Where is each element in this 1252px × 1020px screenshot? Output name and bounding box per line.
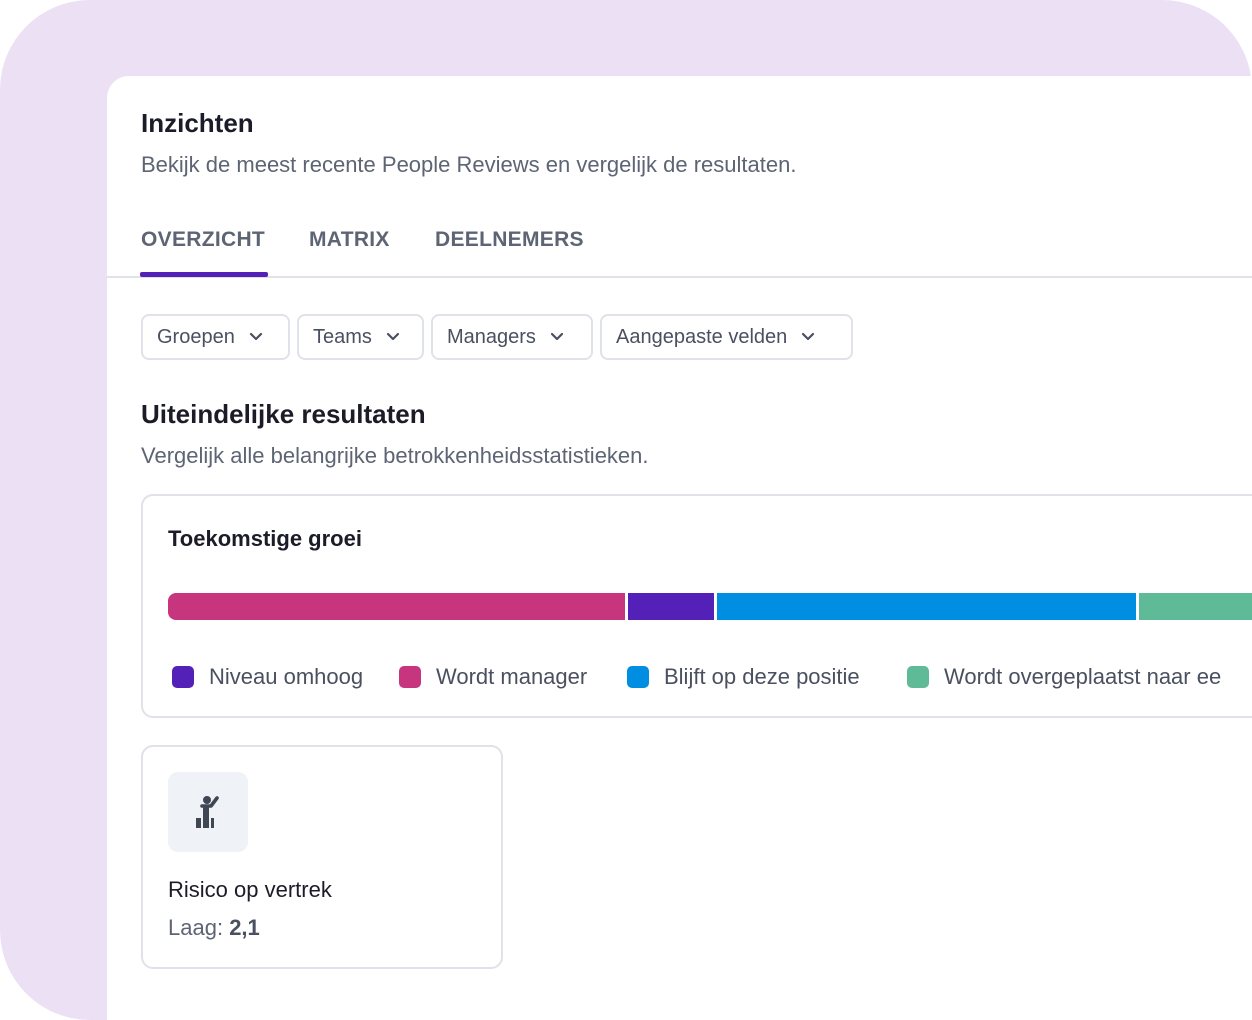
page-subtitle: Bekijk de meest recente People Reviews e…	[141, 152, 797, 177]
chevron-down-icon	[249, 332, 262, 341]
filter-label: Groepen	[157, 325, 235, 348]
section-subtitle: Vergelijk alle belangrijke betrokkenheid…	[141, 443, 649, 468]
insights-card: Inzichten Bekijk de meest recente People…	[107, 76, 1252, 1020]
risk-value-line: Laag: 2,1	[168, 915, 260, 941]
legend-label: Wordt manager	[436, 664, 588, 689]
legend-swatch	[399, 666, 421, 688]
legend-swatch	[172, 666, 194, 688]
active-tab-indicator	[140, 272, 268, 277]
legend-item: Wordt overgeplaatst naar ee	[907, 664, 1221, 690]
future-growth-card: Toekomstige groei Niveau omhoog Wordt man…	[141, 494, 1252, 718]
tab-bar: OVERZICHT MATRIX DEELNEMERS	[107, 216, 1252, 278]
tab-overzicht[interactable]: OVERZICHT	[141, 228, 265, 252]
tab-matrix[interactable]: MATRIX	[309, 228, 390, 252]
risk-title: Risico op vertrek	[168, 877, 332, 902]
chevron-down-icon	[550, 332, 564, 341]
tab-deelnemers[interactable]: DEELNEMERS	[435, 228, 584, 252]
legend-item: Niveau omhoog	[172, 664, 363, 690]
risk-icon-box	[168, 772, 248, 852]
person-waving-icon	[196, 796, 219, 828]
filter-managers[interactable]: Managers	[431, 314, 593, 360]
chevron-down-icon	[386, 332, 400, 341]
legend-item: Wordt manager	[399, 664, 587, 690]
bar-segment	[717, 593, 1136, 620]
legend-swatch	[907, 666, 929, 688]
filter-label: Teams	[313, 325, 372, 348]
bar-segment	[1139, 593, 1252, 620]
risk-label: Laag:	[168, 915, 224, 940]
page-title: Inzichten	[141, 108, 254, 138]
legend-label: Blijft op deze positie	[664, 664, 860, 689]
bar-segment	[168, 593, 625, 620]
legend-label: Niveau omhoog	[209, 664, 364, 689]
legend-swatch	[627, 666, 649, 688]
filter-label: Managers	[447, 325, 536, 348]
chevron-down-icon	[802, 332, 815, 341]
filter-groepen[interactable]: Groepen	[141, 314, 290, 360]
filter-label: Aangepaste velden	[616, 325, 788, 348]
bar-segment	[628, 593, 714, 620]
section-title: Uiteindelijke resultaten	[141, 399, 426, 429]
risk-value: 2,1	[229, 915, 260, 940]
stacked-bar	[168, 593, 1252, 620]
filter-teams[interactable]: Teams	[297, 314, 424, 360]
growth-title: Toekomstige groei	[168, 526, 362, 551]
legend-item: Blijft op deze positie	[627, 664, 860, 690]
risk-card: Risico op vertrek Laag: 2,1	[141, 745, 503, 969]
legend-label: Wordt overgeplaatst naar ee	[944, 664, 1222, 689]
filter-aangepaste-velden[interactable]: Aangepaste velden	[600, 314, 853, 360]
